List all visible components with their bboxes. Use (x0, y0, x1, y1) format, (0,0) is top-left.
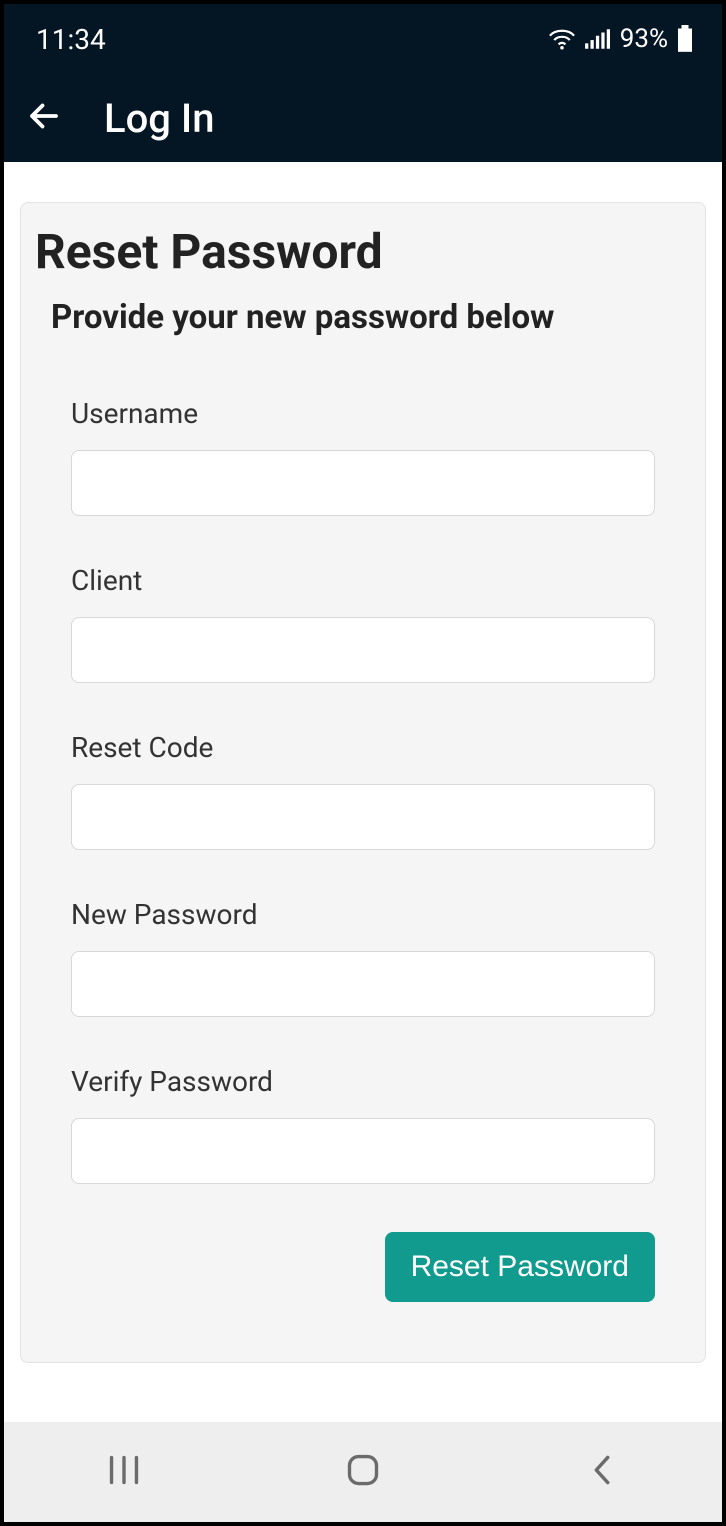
new-password-input[interactable] (71, 951, 655, 1017)
reset-code-label: Reset Code (71, 731, 655, 764)
home-icon (345, 1452, 381, 1492)
arrow-left-icon (26, 98, 62, 138)
card-title: Reset Password (35, 223, 691, 280)
wifi-icon (548, 28, 576, 50)
username-label: Username (71, 397, 655, 430)
chevron-left-icon (589, 1454, 615, 1490)
status-bar: 11:34 93% (4, 4, 722, 74)
nav-recents-button[interactable] (94, 1452, 154, 1492)
client-label: Client (71, 564, 655, 597)
battery-text: 93% (620, 24, 668, 54)
status-icons: 93% (548, 24, 694, 54)
reset-password-button[interactable]: Reset Password (385, 1232, 655, 1302)
content: Reset Password Provide your new password… (4, 162, 722, 1422)
card-subtitle: Provide your new password below (51, 298, 691, 337)
nav-back-button[interactable] (572, 1452, 632, 1492)
new-password-label: New Password (71, 898, 655, 931)
battery-icon (676, 25, 694, 53)
reset-code-input[interactable] (71, 784, 655, 850)
username-input[interactable] (71, 450, 655, 516)
status-time: 11:34 (36, 23, 106, 56)
signal-icon (584, 28, 610, 50)
recents-icon (107, 1455, 141, 1489)
nav-home-button[interactable] (333, 1452, 393, 1492)
verify-password-label: Verify Password (71, 1065, 655, 1098)
reset-password-card: Reset Password Provide your new password… (20, 202, 706, 1363)
app-header: Log In (4, 74, 722, 162)
client-input[interactable] (71, 617, 655, 683)
verify-password-input[interactable] (71, 1118, 655, 1184)
android-nav-bar (4, 1422, 722, 1522)
reset-password-form: Username Client Reset Code New Password … (35, 397, 691, 1302)
back-button[interactable] (24, 98, 64, 138)
page-title: Log In (104, 95, 215, 142)
